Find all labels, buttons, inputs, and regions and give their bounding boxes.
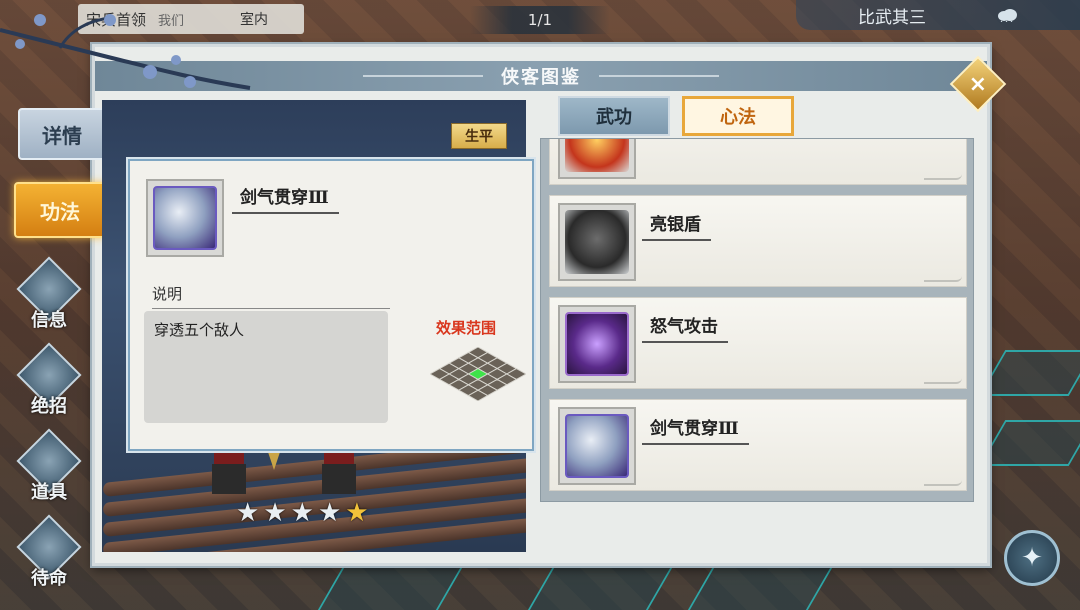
rage-attack-icon xyxy=(565,312,629,376)
skill-detail-card: 剑气贯穿Ⅲ 说明 穿透五个敌人 效果范围 xyxy=(128,159,534,451)
side-menu-info[interactable]: 信息 xyxy=(14,256,84,332)
flame-staff-icon xyxy=(565,139,629,172)
side-menu-standby[interactable]: 待命 xyxy=(14,514,84,590)
skill-icon-frame xyxy=(558,407,636,485)
skill-icon-frame xyxy=(558,203,636,281)
list-item[interactable]: 亮银盾 xyxy=(549,195,967,287)
floor-tile xyxy=(686,566,834,610)
side-menu-items[interactable]: 道具 xyxy=(14,428,84,504)
list-skill-name: 怒气攻击 xyxy=(642,312,728,343)
tab-details[interactable]: 详情 xyxy=(18,108,106,160)
side-menu-label: 信息 xyxy=(31,310,67,331)
effect-range-label: 效果范围 xyxy=(436,319,497,337)
description-text: 穿透五个敌人 xyxy=(154,321,245,339)
silver-shield-icon xyxy=(565,210,629,274)
shuriken-icon: ✦ xyxy=(1021,543,1043,573)
description-label: 说明 xyxy=(152,283,390,309)
biography-label: 生平 xyxy=(465,129,493,145)
list-skill-name: 剑气贯穿Ⅲ xyxy=(642,414,749,445)
event-title: 比武其三 xyxy=(858,7,926,28)
star-gold-icon: ★ xyxy=(345,498,369,528)
side-menu-ultimate[interactable]: 绝招 xyxy=(14,342,84,418)
tab-skills[interactable]: 功法 xyxy=(14,182,106,238)
close-icon: × xyxy=(968,71,988,97)
floor-tile xyxy=(526,566,674,610)
page-indicator: 1/1 xyxy=(470,6,610,34)
tab-mind-method[interactable]: 心法 xyxy=(682,96,794,136)
star-silver-icon: ★ xyxy=(236,498,260,528)
effect-range-grid xyxy=(430,347,526,401)
side-menu-label: 道具 xyxy=(31,482,67,503)
star-silver-icon: ★ xyxy=(290,498,314,528)
skill-list[interactable]: 亮银盾 怒气攻击 剑气贯穿Ⅲ xyxy=(540,138,974,502)
skill-icon-frame xyxy=(558,139,636,179)
side-menu-label: 待命 xyxy=(31,568,67,589)
list-item[interactable] xyxy=(549,139,967,185)
panel-title: 侠客图鉴 xyxy=(501,67,581,88)
list-item[interactable]: 怒气攻击 xyxy=(549,297,967,389)
list-skill-name: 亮银盾 xyxy=(642,210,711,241)
tab-martial-arts-label: 武功 xyxy=(596,107,632,128)
skill-icon-frame xyxy=(146,179,224,257)
white-tiger-icon xyxy=(565,414,629,478)
tab-details-label: 详情 xyxy=(42,123,82,148)
skill-icon-frame xyxy=(558,305,636,383)
plum-branch-decoration xyxy=(0,14,251,90)
tab-mind-method-label: 心法 xyxy=(720,107,756,128)
star-silver-icon: ★ xyxy=(317,498,342,528)
action-menu-button[interactable]: ✦ xyxy=(1004,530,1060,586)
floor-tile xyxy=(316,566,464,610)
biography-button[interactable]: 生平 xyxy=(451,123,507,149)
star-silver-icon: ★ xyxy=(263,498,287,528)
star-rating: ★ ★ ★ ★ ★ xyxy=(236,500,369,526)
description-box: 穿透五个敌人 xyxy=(144,311,388,423)
event-title-bar[interactable]: 比武其三 xyxy=(796,0,1080,30)
tab-martial-arts[interactable]: 武功 xyxy=(558,96,670,136)
side-menu-label: 绝招 xyxy=(31,396,67,417)
list-item[interactable]: 剑气贯穿Ⅲ xyxy=(549,399,967,491)
weather-cloud-icon xyxy=(998,9,1017,22)
tab-skills-label: 功法 xyxy=(40,199,80,224)
detail-skill-name: 剑气贯穿Ⅲ xyxy=(232,183,339,214)
white-tiger-icon xyxy=(153,186,217,250)
